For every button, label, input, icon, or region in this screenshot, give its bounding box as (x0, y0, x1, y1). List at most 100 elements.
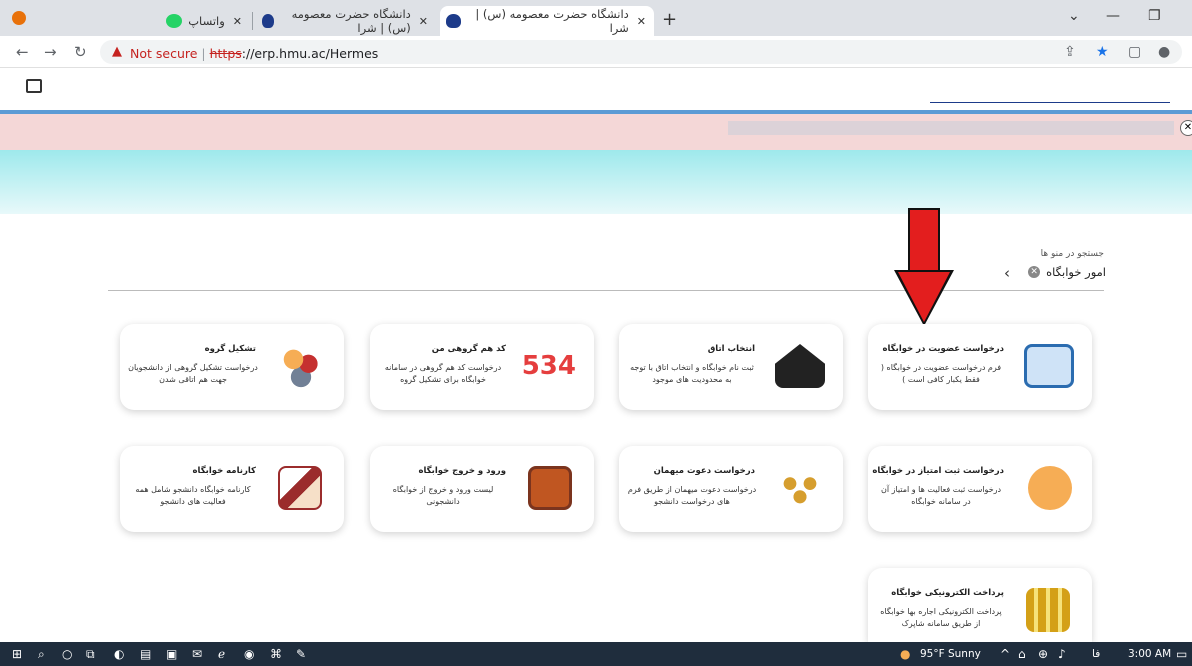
card-title: تشکیل گروه (204, 344, 256, 354)
tab-university-active[interactable]: ✕ دانشگاه حضرت معصومه (س) | شرا (440, 6, 654, 36)
card-description: ثبت نام خوابگاه و انتخاب اتاق با توجه به… (630, 363, 754, 384)
chart-icon (1028, 466, 1072, 510)
card-title: کارنامه خوابگاه (192, 466, 256, 476)
notifications-icon[interactable]: ▭ (1176, 647, 1187, 661)
internet-explorer-icon[interactable]: ℯ (218, 647, 225, 661)
bookmark-star-icon[interactable]: ★ (1096, 44, 1109, 60)
card-description: پرداخت الکترونیکی اجاره بها خوابگاه از ط… (880, 607, 1002, 628)
file-explorer-icon[interactable]: ▤ (140, 647, 151, 661)
chrome-icon[interactable]: ◉ (244, 647, 254, 661)
menu-search-label: جستجو در منو ها (1040, 249, 1104, 259)
checklist-icon (1024, 344, 1074, 388)
card-title: کد هم گروهی من (431, 344, 506, 354)
card-electronic-payment[interactable]: پرداخت الکترونیکی خوابگاه پرداخت الکترون… (868, 568, 1092, 642)
logout-icon[interactable] (26, 79, 42, 93)
section-divider (108, 290, 1104, 291)
card-room-selection[interactable]: انتخاب اتاق ثبت نام خوابگاه و انتخاب اتا… (619, 324, 843, 410)
clock[interactable]: 3:00 AM (1128, 648, 1171, 660)
side-panel-icon[interactable]: ▢ (1128, 44, 1141, 60)
tab-separator (252, 12, 253, 30)
recording-icon (12, 11, 26, 25)
card-description: درخواست تشکیل گروهی از دانشجویان جهت هم … (128, 363, 258, 384)
url-path: ://erp.hmu.ac/Hermes (241, 46, 379, 61)
tab-university-1[interactable]: ✕ دانشگاه حضرت معصومه (س) | شرا (256, 6, 436, 36)
card-dorm-report[interactable]: کارنامه خوابگاه کارنامه خوابگاه دانشجو ش… (120, 446, 344, 532)
card-title: پرداخت الکترونیکی خوابگاه (891, 588, 1004, 598)
chevron-left-icon[interactable]: ‹ (1004, 264, 1010, 282)
not-secure-warning-icon[interactable]: ▲ (112, 44, 122, 59)
search-underline (930, 102, 1170, 103)
whatsapp-icon (166, 14, 183, 28)
group-icon (276, 344, 326, 388)
network-app-icon[interactable]: ⌘ (270, 647, 282, 661)
card-guest-invite[interactable]: درخواست دعوت میهمان درخواست دعوت میهمان … (619, 446, 843, 532)
volume-icon[interactable]: ♪ (1058, 647, 1066, 661)
remove-breadcrumb-icon[interactable]: ✕ (1028, 266, 1041, 278)
card-form-group[interactable]: تشکیل گروه درخواست تشکیل گروهی از دانشجو… (120, 324, 344, 410)
share-icon[interactable]: ⇪ (1064, 44, 1076, 60)
edge-icon[interactable]: ◐ (114, 647, 124, 661)
tab-title: دانشگاه حضرت معصومه (س) | شرا (291, 7, 411, 35)
profile-icon[interactable]: ● (1158, 44, 1170, 60)
mail-icon[interactable]: ✉ (192, 647, 202, 661)
card-description: درخواست ثبت فعالیت ها و امتیاز آن در سام… (880, 485, 1002, 506)
restore-icon[interactable]: ❐ (1148, 8, 1161, 24)
close-tab-icon[interactable]: ✕ (233, 15, 242, 28)
guests-icon (775, 466, 825, 510)
weather-icon: ● (900, 647, 911, 661)
weather-label[interactable]: 95°F Sunny (920, 648, 981, 660)
card-title: انتخاب اتاق (707, 344, 755, 354)
card-score-request[interactable]: درخواست ثبت امتیاز در خوابگاه درخواست ثب… (868, 446, 1092, 532)
card-title: درخواست عضویت در خوابگاه (882, 344, 1004, 354)
cortana-icon[interactable]: ○ (62, 647, 72, 661)
reload-icon[interactable]: ↻ (74, 43, 87, 61)
language-indicator[interactable]: فا (1092, 648, 1100, 660)
url-display[interactable]: Not secure | https://erp.hmu.ac/Hermes (130, 46, 378, 61)
network-icon[interactable]: ⌂ (1018, 647, 1026, 661)
card-description: کارنامه خوابگاه دانشجو شامل همه فعالیت ه… (135, 485, 251, 506)
card-dorm-membership[interactable]: درخواست عضویت در خوابگاه فرم درخواست عضو… (868, 324, 1092, 410)
breadcrumb-item[interactable]: امور خوابگاه (1046, 265, 1106, 279)
back-icon[interactable]: ← (16, 43, 29, 61)
windows-start-icon[interactable]: ⊞ (12, 647, 22, 661)
card-title: درخواست دعوت میهمان (653, 466, 755, 476)
coins-icon (1026, 588, 1070, 632)
close-notification-icon[interactable]: ✕ (1180, 120, 1192, 136)
card-description: درخواست کد هم گروهی در سامانه خوابگاه بر… (384, 363, 502, 384)
numbers-icon: 534 (521, 351, 576, 381)
minimize-icon[interactable]: — (1106, 8, 1120, 24)
os-taskbar: ⊞ ⌕ ○ ⧉ ◐ ▤ ▣ ✉ ℯ ◉ ⌘ ✎ ● 95°F Sunny ^ ⌂… (0, 642, 1192, 666)
annotation-arrow-head-fill (898, 272, 950, 322)
tab-title: دانشگاه حضرت معصومه (س) | شرا (475, 7, 629, 35)
annotation-arrow (908, 208, 940, 276)
card-description: لیست ورود و خروج از خوابگاه دانشجونی (392, 485, 494, 506)
tab-search-icon[interactable]: ⌄ (1068, 8, 1080, 24)
house-icon (775, 344, 825, 388)
card-title: ورود و خروج خوابگاه (418, 466, 506, 476)
store-icon[interactable]: ▣ (166, 647, 177, 661)
url-scheme: https (209, 46, 242, 61)
card-title: درخواست ثبت امتیاز در خوابگاه (872, 466, 1004, 476)
tab-title: واتساپ (188, 14, 225, 28)
task-view-icon[interactable]: ⧉ (86, 647, 95, 662)
university-icon (446, 14, 461, 28)
card-entry-exit[interactable]: ورود و خروج خوابگاه لیست ورود و خروج از … (370, 446, 594, 532)
card-description: فرم درخواست عضویت در خوابگاه ( فقط یکبار… (880, 363, 1002, 384)
card-description: درخواست دعوت میهمان از طریق فرم های درخو… (627, 485, 757, 506)
security-label: Not secure (130, 46, 198, 61)
new-tab-button[interactable]: + (662, 9, 677, 30)
card-group-code[interactable]: کد هم گروهی من درخواست کد هم گروهی در سا… (370, 324, 594, 410)
language-icon[interactable]: ⊕ (1038, 647, 1048, 661)
paint-icon[interactable]: ✎ (296, 647, 306, 661)
search-icon[interactable]: ⌕ (38, 647, 45, 662)
exit-door-icon (528, 466, 572, 510)
tray-chevron-icon[interactable]: ^ (1000, 647, 1010, 661)
breadcrumb: امور خوابگاه ✕ (1028, 265, 1106, 279)
report-icon (278, 466, 322, 510)
notification-placeholder (728, 121, 1174, 135)
page-banner (0, 150, 1192, 214)
close-tab-icon[interactable]: ✕ (419, 15, 428, 28)
close-tab-icon[interactable]: ✕ (637, 15, 646, 28)
forward-icon[interactable]: → (44, 43, 57, 61)
tab-whatsapp[interactable]: ✕ واتساپ (140, 6, 250, 36)
